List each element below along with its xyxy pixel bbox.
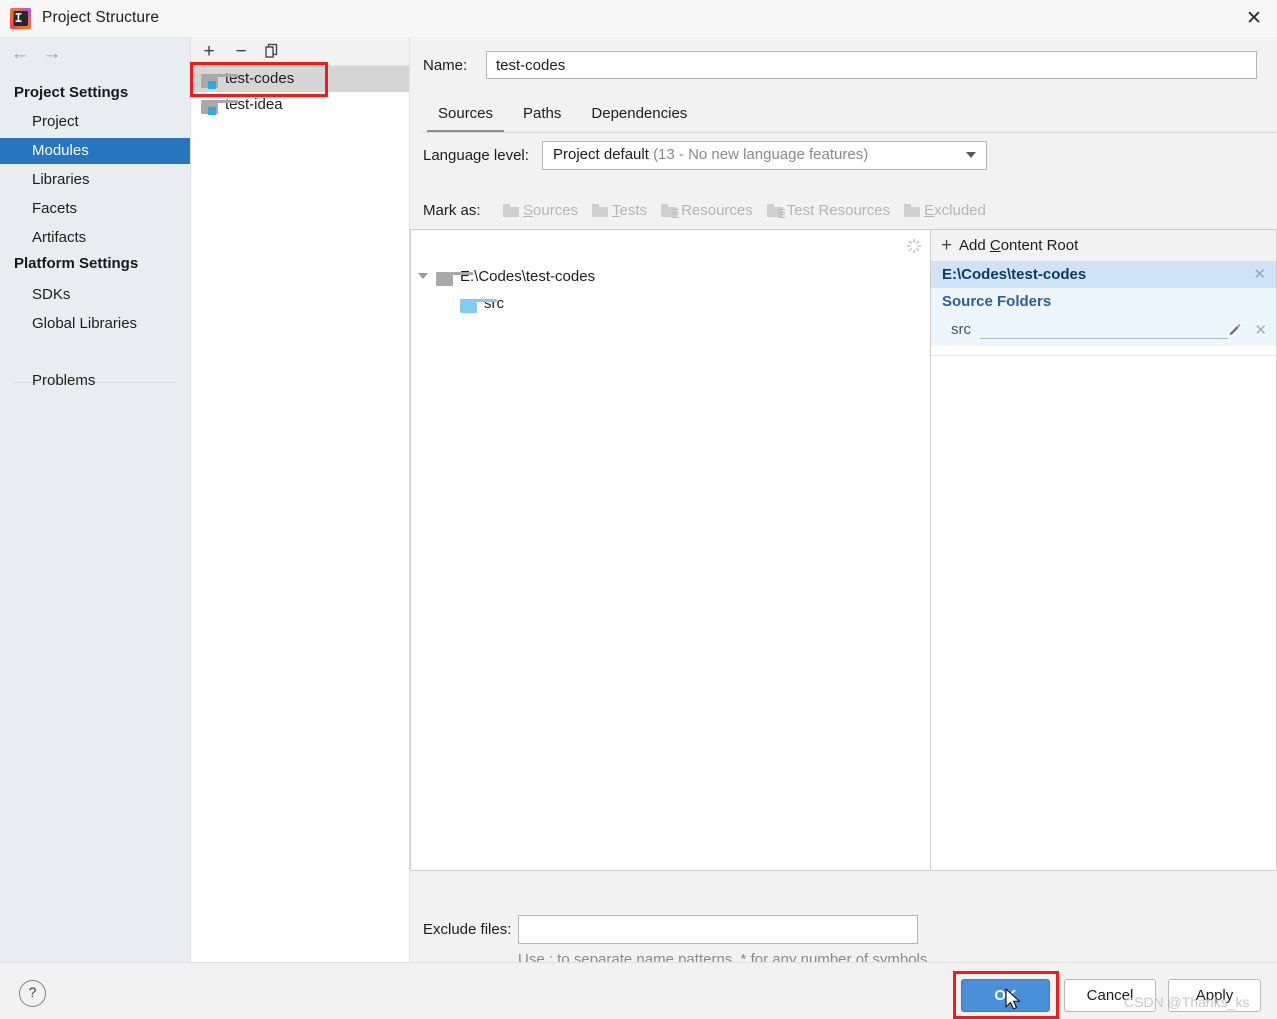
sidebar-item-label: Artifacts (32, 229, 87, 246)
sidebar-item-label: Modules (32, 142, 89, 159)
module-item-test-idea[interactable]: test-idea (191, 92, 409, 118)
tree-row-label: E:\Codes\test-codes (460, 268, 596, 285)
module-tabs: Sources Paths Dependencies (423, 99, 1273, 133)
sidebar-item-project[interactable]: Project (0, 109, 190, 135)
mark-as-resources-button[interactable]: Resources (661, 201, 753, 221)
language-level-primary: Project default (553, 146, 649, 163)
exclude-files-label: Exclude files: (423, 921, 512, 938)
sidebar-item-facets[interactable]: Facets (0, 196, 190, 222)
mark-as-sources-button[interactable]: Sources (503, 201, 578, 221)
sidebar-item-label: Libraries (32, 171, 90, 188)
sidebar-item-label: Project (32, 113, 79, 130)
language-level-label: Language level: (423, 147, 529, 164)
modules-toolbar: + − (191, 37, 409, 66)
module-item-label: test-codes (225, 70, 295, 87)
tab-dependencies[interactable]: Dependencies (576, 99, 702, 133)
module-item-label: test-idea (225, 96, 283, 113)
sidebar-item-label: Problems (32, 372, 96, 389)
folder-icon (904, 203, 921, 222)
expand-triangle-icon[interactable] (418, 273, 428, 279)
sidebar-item-global-libraries[interactable]: Global Libraries (0, 311, 190, 337)
back-arrow-icon[interactable]: ← (9, 43, 31, 65)
sidebar-nav: ← → (0, 37, 190, 69)
sidebar-item-artifacts[interactable]: Artifacts (0, 225, 190, 251)
add-content-root-button[interactable]: + Add Content Root (931, 230, 1276, 261)
folder-icon (592, 203, 609, 222)
tree-row-label: src (484, 295, 504, 312)
project-structure-dialog: Project Structure ✕ ← → Project Settings… (0, 0, 1277, 1019)
pencil-icon[interactable] (1227, 323, 1242, 343)
content-roots-panel: + Add Content Root E:\Codes\test-codes ✕… (930, 229, 1277, 871)
content-root-header[interactable]: E:\Codes\test-codes ✕ (931, 261, 1276, 288)
folder-blue-icon (460, 296, 497, 321)
sidebar-item-libraries[interactable]: Libraries (0, 167, 190, 193)
copy-module-button[interactable] (261, 41, 283, 61)
tab-sources[interactable]: Sources (423, 99, 508, 133)
source-folders-header: Source Folders (931, 288, 1276, 316)
help-button[interactable]: ? (19, 980, 46, 1007)
source-folder-label: src (951, 321, 971, 338)
module-folder-icon (201, 71, 238, 89)
close-icon[interactable]: ✕ (1231, 0, 1277, 37)
plus-icon: + (941, 235, 953, 256)
tree-row-src[interactable]: src (411, 291, 929, 316)
roots-divider (931, 355, 1276, 356)
language-level-select[interactable]: Project default (13 - No new language fe… (542, 141, 987, 170)
sidebar-group-project-settings: Project Settings (14, 84, 129, 101)
sidebar-group-platform-settings: Platform Settings (14, 255, 139, 272)
content-tree-panel[interactable]: E:\Codes\test-codes src (410, 229, 930, 871)
mark-as-buttons: Sources Tests Resources ◄► Test Resource… (503, 201, 1000, 221)
modules-list-panel: + − test-codes test-idea (191, 37, 410, 962)
language-level-value: Project default (13 - No new language fe… (553, 146, 868, 163)
loading-spinner-icon (906, 238, 922, 254)
name-label: Name: (423, 57, 468, 74)
source-folder-row-src[interactable]: src ✕ (931, 316, 1276, 346)
mark-as-label: Mark as: (423, 202, 481, 219)
folder-icon (503, 203, 519, 222)
add-module-button[interactable]: + (198, 41, 220, 61)
language-level-detail: (13 - No new language features) (653, 146, 869, 163)
sidebar-item-label: Facets (32, 200, 78, 217)
exclude-files-input[interactable] (518, 915, 918, 944)
tab-paths[interactable]: Paths (508, 99, 576, 133)
module-item-test-codes[interactable]: test-codes (191, 66, 409, 92)
test-resources-folder-icon: ◄► (766, 203, 785, 222)
title-bar: Project Structure ✕ (0, 0, 1277, 38)
remove-content-root-icon[interactable]: ✕ (1253, 261, 1266, 288)
content-root-path: E:\Codes\test-codes (942, 266, 1087, 283)
remove-module-button[interactable]: − (230, 41, 252, 61)
sidebar-item-problems[interactable]: Problems (0, 368, 190, 394)
chevron-down-icon (966, 152, 976, 158)
module-folder-icon (201, 97, 238, 115)
forward-arrow-icon[interactable]: → (41, 43, 63, 65)
sidebar-item-modules[interactable]: Modules (0, 138, 190, 164)
sidebar-item-label: Global Libraries (32, 315, 138, 332)
sidebar-item-label: SDKs (32, 286, 71, 303)
sidebar-item-sdks[interactable]: SDKs (0, 282, 190, 308)
module-name-input[interactable] (486, 51, 1257, 79)
mark-as-excluded-button[interactable]: Excluded (904, 201, 986, 221)
mark-as-test-resources-button[interactable]: ◄► Test Resources (766, 201, 890, 222)
remove-source-folder-icon[interactable]: ✕ (1254, 318, 1267, 344)
intellij-idea-icon (10, 8, 31, 29)
tabs-underline (423, 132, 1277, 133)
mouse-cursor-icon (1005, 988, 1022, 1014)
module-editor: Name: Sources Paths Dependencies Languag… (410, 37, 1277, 990)
tree-row-content-root[interactable]: E:\Codes\test-codes (411, 264, 929, 289)
watermark: CSDN @Thanks_ks (1124, 994, 1250, 1010)
dialog-footer: ? OK Cancel Apply (0, 962, 1277, 1019)
settings-sidebar: ← → Project Settings Project Modules Lib… (0, 37, 191, 962)
mark-as-tests-button[interactable]: Tests (592, 201, 647, 221)
window-title: Project Structure (42, 9, 160, 26)
resources-folder-icon (661, 203, 680, 222)
leader-line (980, 338, 1228, 339)
add-content-root-label: Add Content Root (959, 237, 1079, 254)
source-folders-label: Source Folders (942, 293, 1052, 310)
